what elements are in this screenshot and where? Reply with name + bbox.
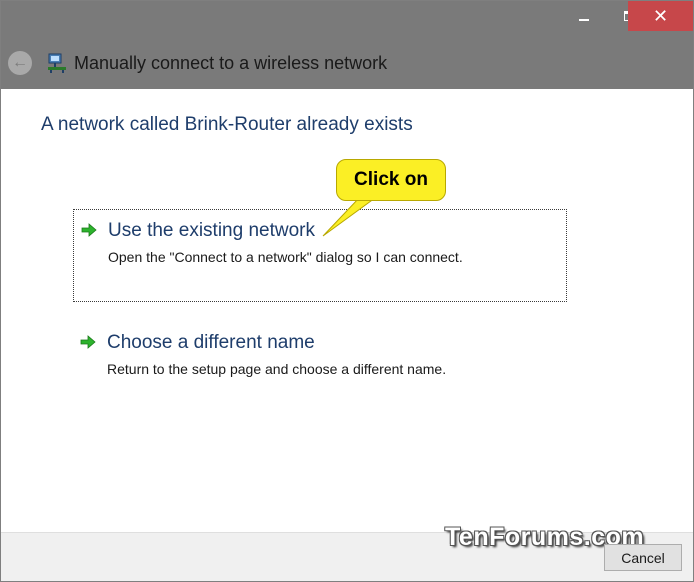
option-title: Choose a different name	[107, 332, 315, 353]
page-heading: A network called Brink-Router already ex…	[41, 114, 413, 135]
green-arrow-icon	[80, 335, 96, 349]
green-arrow-icon	[81, 223, 97, 237]
title-bar: ✕ ← Manually connect to a wireless netwo…	[1, 1, 693, 89]
click-on-callout: Click on	[336, 159, 446, 201]
option-description: Return to the setup page and choose a di…	[107, 361, 447, 377]
cancel-button[interactable]: Cancel	[604, 544, 682, 571]
network-icon	[48, 53, 66, 73]
close-icon: ✕	[652, 6, 669, 26]
back-arrow-icon: ←	[12, 54, 28, 71]
option-description: Open the "Connect to a network" dialog s…	[108, 249, 463, 265]
option-title: Use the existing network	[108, 220, 315, 241]
close-button[interactable]: ✕	[628, 1, 693, 31]
dialog-window: ✕ ← Manually connect to a wireless netwo…	[0, 0, 694, 582]
back-button[interactable]: ←	[8, 51, 32, 75]
option-choose-different-name[interactable]: Choose a different name Return to the se…	[73, 322, 567, 415]
minimize-button[interactable]	[561, 1, 607, 31]
window-title: Manually connect to a wireless network	[74, 53, 388, 73]
minimize-icon	[579, 19, 589, 21]
callout-pointer	[322, 197, 377, 237]
